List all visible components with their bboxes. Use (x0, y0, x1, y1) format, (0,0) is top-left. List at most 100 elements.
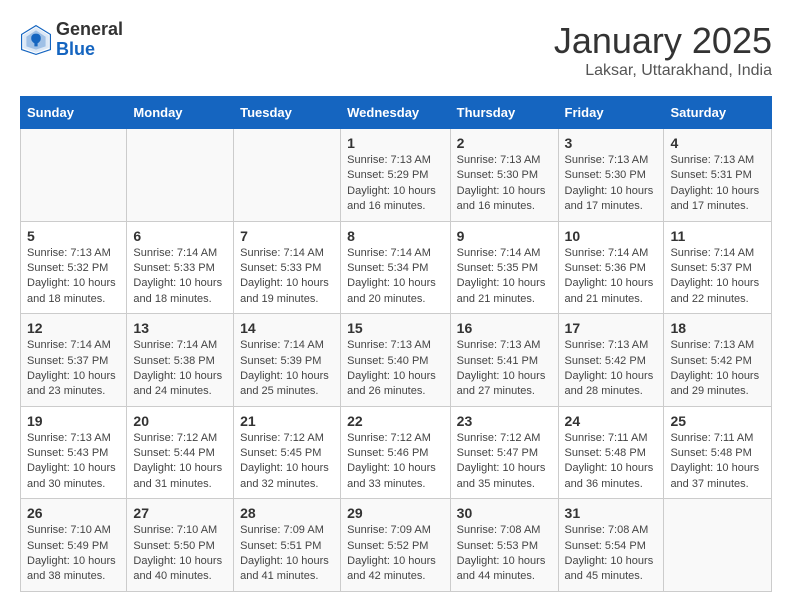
day-number: 10 (565, 228, 658, 244)
day-number: 7 (240, 228, 334, 244)
day-number: 18 (670, 320, 765, 336)
day-info: Sunrise: 7:14 AM Sunset: 5:33 PM Dayligh… (240, 246, 334, 308)
day-cell: 14 Sunrise: 7:14 AM Sunset: 5:39 PM Dayli… (234, 314, 341, 407)
day-cell: 11Sunrise: 7:14 AM Sunset: 5:37 PM Dayli… (664, 221, 772, 314)
logo: General Blue (20, 20, 123, 60)
day-info: Sunrise: 7:14 AM Sunset: 5:35 PM Dayligh… (457, 246, 552, 308)
weekday-header-sunday: Sunday (21, 97, 127, 129)
day-number: 27 (133, 505, 227, 521)
weekday-header-row: SundayMondayTuesdayWednesdayThursdayFrid… (21, 97, 772, 129)
day-cell: 9Sunrise: 7:14 AM Sunset: 5:35 PM Daylig… (450, 221, 558, 314)
day-info: Sunrise: 7:13 AM Sunset: 5:43 PM Dayligh… (27, 431, 120, 493)
weekday-header-saturday: Saturday (664, 97, 772, 129)
day-info: Sunrise: 7:12 AM Sunset: 5:46 PM Dayligh… (347, 431, 444, 493)
day-cell: 16 Sunrise: 7:13 AM Sunset: 5:41 PM Dayli… (450, 314, 558, 407)
day-number: 21 (240, 413, 334, 429)
day-info: Sunrise: 7:13 AM Sunset: 5:30 PM Dayligh… (565, 153, 658, 215)
day-info: Sunrise: 7:11 AM Sunset: 5:48 PM Dayligh… (565, 431, 658, 493)
day-info: Sunrise: 7:14 AM Sunset: 5:33 PM Dayligh… (133, 246, 227, 308)
day-cell (127, 129, 234, 222)
day-info: Sunrise: 7:14 AM Sunset: 5:37 PM Dayligh… (670, 246, 765, 308)
day-number: 28 (240, 505, 334, 521)
day-cell: 15Sunrise: 7:13 AM Sunset: 5:40 PM Dayli… (341, 314, 451, 407)
day-number: 3 (565, 135, 658, 151)
day-info: Sunrise: 7:12 AM Sunset: 5:45 PM Dayligh… (240, 431, 334, 493)
day-cell: 10 Sunrise: 7:14 AM Sunset: 5:36 PM Dayli… (558, 221, 664, 314)
day-info: Sunrise: 7:13 AM Sunset: 5:31 PM Dayligh… (670, 153, 765, 215)
day-info: Sunrise: 7:13 AM Sunset: 5:41 PM Dayligh… (457, 338, 552, 400)
day-info: Sunrise: 7:12 AM Sunset: 5:47 PM Dayligh… (457, 431, 552, 493)
week-row-2: 5 Sunrise: 7:13 AM Sunset: 5:32 PM Daylig… (21, 221, 772, 314)
day-number: 4 (670, 135, 765, 151)
day-cell: 6 Sunrise: 7:14 AM Sunset: 5:33 PM Daylig… (127, 221, 234, 314)
day-cell: 8 Sunrise: 7:14 AM Sunset: 5:34 PM Daylig… (341, 221, 451, 314)
day-cell: 1Sunrise: 7:13 AM Sunset: 5:29 PM Daylig… (341, 129, 451, 222)
day-cell: 23 Sunrise: 7:12 AM Sunset: 5:47 PM Dayli… (450, 406, 558, 499)
day-cell: 2Sunrise: 7:13 AM Sunset: 5:30 PM Daylig… (450, 129, 558, 222)
weekday-header-friday: Friday (558, 97, 664, 129)
day-cell (21, 129, 127, 222)
day-cell: 29 Sunrise: 7:09 AM Sunset: 5:52 PM Dayli… (341, 499, 451, 592)
week-row-5: 26 Sunrise: 7:10 AM Sunset: 5:49 PM Dayli… (21, 499, 772, 592)
day-info: Sunrise: 7:12 AM Sunset: 5:44 PM Dayligh… (133, 431, 227, 493)
day-cell: 5 Sunrise: 7:13 AM Sunset: 5:32 PM Daylig… (21, 221, 127, 314)
day-info: Sunrise: 7:11 AM Sunset: 5:48 PM Dayligh… (670, 431, 765, 493)
day-number: 17 (565, 320, 658, 336)
day-cell: 17 Sunrise: 7:13 AM Sunset: 5:42 PM Dayli… (558, 314, 664, 407)
calendar: SundayMondayTuesdayWednesdayThursdayFrid… (20, 96, 772, 592)
day-cell: 25 Sunrise: 7:11 AM Sunset: 5:48 PM Dayli… (664, 406, 772, 499)
day-cell: 18 Sunrise: 7:13 AM Sunset: 5:42 PM Dayli… (664, 314, 772, 407)
logo-icon (20, 24, 52, 56)
day-cell: 12Sunrise: 7:14 AM Sunset: 5:37 PM Dayli… (21, 314, 127, 407)
day-info: Sunrise: 7:14 AM Sunset: 5:34 PM Dayligh… (347, 246, 444, 308)
week-row-3: 12Sunrise: 7:14 AM Sunset: 5:37 PM Dayli… (21, 314, 772, 407)
day-info: Sunrise: 7:14 AM Sunset: 5:36 PM Dayligh… (565, 246, 658, 308)
location: Laksar, Uttarakhand, India (554, 62, 772, 80)
day-number: 6 (133, 228, 227, 244)
day-number: 8 (347, 228, 444, 244)
day-number: 12 (27, 320, 120, 336)
day-info: Sunrise: 7:10 AM Sunset: 5:49 PM Dayligh… (27, 523, 120, 585)
day-info: Sunrise: 7:10 AM Sunset: 5:50 PM Dayligh… (133, 523, 227, 585)
day-info: Sunrise: 7:13 AM Sunset: 5:29 PM Dayligh… (347, 153, 444, 215)
day-number: 14 (240, 320, 334, 336)
day-number: 19 (27, 413, 120, 429)
logo-blue: Blue (56, 40, 123, 60)
logo-text: General Blue (56, 20, 123, 60)
day-cell: 22 Sunrise: 7:12 AM Sunset: 5:46 PM Dayli… (341, 406, 451, 499)
day-number: 22 (347, 413, 444, 429)
day-info: Sunrise: 7:09 AM Sunset: 5:52 PM Dayligh… (347, 523, 444, 585)
weekday-header-tuesday: Tuesday (234, 97, 341, 129)
day-info: Sunrise: 7:13 AM Sunset: 5:42 PM Dayligh… (565, 338, 658, 400)
day-number: 16 (457, 320, 552, 336)
week-row-4: 19 Sunrise: 7:13 AM Sunset: 5:43 PM Dayli… (21, 406, 772, 499)
day-info: Sunrise: 7:14 AM Sunset: 5:39 PM Dayligh… (240, 338, 334, 400)
day-number: 23 (457, 413, 552, 429)
day-number: 20 (133, 413, 227, 429)
day-cell: 13 Sunrise: 7:14 AM Sunset: 5:38 PM Dayli… (127, 314, 234, 407)
day-info: Sunrise: 7:09 AM Sunset: 5:51 PM Dayligh… (240, 523, 334, 585)
day-info: Sunrise: 7:08 AM Sunset: 5:54 PM Dayligh… (565, 523, 658, 585)
day-info: Sunrise: 7:14 AM Sunset: 5:38 PM Dayligh… (133, 338, 227, 400)
day-info: Sunrise: 7:13 AM Sunset: 5:32 PM Dayligh… (27, 246, 120, 308)
weekday-header-thursday: Thursday (450, 97, 558, 129)
day-cell: 19 Sunrise: 7:13 AM Sunset: 5:43 PM Dayli… (21, 406, 127, 499)
day-info: Sunrise: 7:08 AM Sunset: 5:53 PM Dayligh… (457, 523, 552, 585)
day-cell: 3 Sunrise: 7:13 AM Sunset: 5:30 PM Daylig… (558, 129, 664, 222)
day-number: 25 (670, 413, 765, 429)
day-number: 29 (347, 505, 444, 521)
day-cell: 20 Sunrise: 7:12 AM Sunset: 5:44 PM Dayli… (127, 406, 234, 499)
day-number: 26 (27, 505, 120, 521)
day-number: 5 (27, 228, 120, 244)
day-number: 24 (565, 413, 658, 429)
logo-general: General (56, 20, 123, 40)
day-cell: 21 Sunrise: 7:12 AM Sunset: 5:45 PM Dayli… (234, 406, 341, 499)
day-cell: 4 Sunrise: 7:13 AM Sunset: 5:31 PM Daylig… (664, 129, 772, 222)
day-info: Sunrise: 7:13 AM Sunset: 5:42 PM Dayligh… (670, 338, 765, 400)
weekday-header-wednesday: Wednesday (341, 97, 451, 129)
weekday-header-monday: Monday (127, 97, 234, 129)
day-cell: 28 Sunrise: 7:09 AM Sunset: 5:51 PM Dayli… (234, 499, 341, 592)
day-number: 13 (133, 320, 227, 336)
day-cell: 24 Sunrise: 7:11 AM Sunset: 5:48 PM Dayli… (558, 406, 664, 499)
day-cell: 27 Sunrise: 7:10 AM Sunset: 5:50 PM Dayli… (127, 499, 234, 592)
